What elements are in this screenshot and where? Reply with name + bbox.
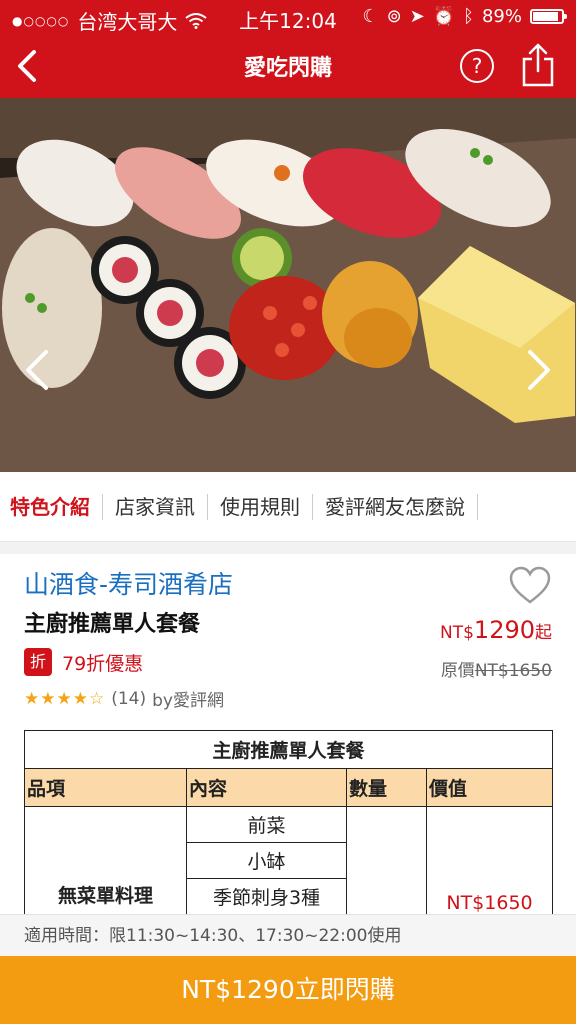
star-rating-icon: ★★★★☆	[24, 688, 106, 709]
battery-icon	[530, 9, 567, 24]
table-row-item: 前菜	[186, 806, 347, 843]
table-title: 主廚推薦單人套餐	[24, 730, 553, 769]
sushi-photo	[0, 98, 576, 472]
table-quantity-cell	[346, 806, 427, 915]
review-source: by愛評網	[152, 691, 224, 711]
table-header-item: 品項	[24, 768, 187, 807]
favorite-button[interactable]	[508, 566, 552, 606]
location-icon: ➤	[409, 6, 425, 27]
food-photo-carousel[interactable]	[0, 98, 576, 472]
discount-badge: 折	[24, 648, 52, 676]
moon-icon: ☾	[362, 6, 379, 27]
share-button[interactable]	[518, 41, 558, 89]
section-tabs: 特色介紹 店家資訊 使用規則 愛評網友怎麼說	[0, 472, 576, 542]
table-header-content: 內容	[186, 768, 347, 807]
usage-time-notice: 適用時間：限11:30~14:30、17:30~22:00使用	[0, 914, 576, 956]
alarm-icon: ⏰	[432, 6, 456, 27]
status-bar: ●○○○○ 台湾大哥大 上午12:04 ☾ ⊚ ➤ ⏰ ᛒ 89%	[0, 0, 576, 34]
carousel-prev-arrow[interactable]	[22, 348, 52, 392]
discount-row: 折 79折優惠	[24, 648, 143, 676]
price-value: 1290	[473, 616, 535, 644]
price-currency: NT$	[440, 623, 474, 643]
table-value-cell: NT$1650	[426, 806, 553, 915]
carousel-next-arrow[interactable]	[524, 348, 554, 392]
tab-reviews[interactable]: 愛評網友怎麼說	[313, 493, 478, 520]
discount-text: 79折優惠	[62, 652, 144, 675]
original-price-value: NT$1650	[474, 661, 552, 681]
status-right: ☾ ⊚ ➤ ⏰ ᛒ 89%	[362, 6, 567, 27]
table-category: 無菜單料理	[24, 806, 187, 915]
battery-percent: 89%	[481, 6, 522, 27]
table-row-item: 小缽	[186, 842, 347, 879]
tab-features[interactable]: 特色介紹	[10, 493, 103, 520]
rotation-lock-icon: ⊚	[386, 6, 402, 27]
table-header-quantity: 數量	[346, 768, 427, 807]
store-name-link[interactable]: 山酒食-寿司酒肴店	[24, 565, 233, 601]
bluetooth-icon: ᛒ	[463, 6, 474, 27]
set-name: 主廚推薦單人套餐	[24, 612, 201, 637]
review-count[interactable]: (14)	[111, 689, 146, 709]
table-header-value: 價值	[426, 768, 553, 807]
rating-row: ★★★★☆ (14) by愛評網	[24, 686, 224, 712]
deal-price: NT$ 1290 起	[440, 616, 552, 644]
original-price: 原價NT$1650	[441, 656, 552, 681]
original-price-label: 原價	[440, 661, 475, 681]
help-button[interactable]: ?	[460, 49, 494, 83]
tab-usage-rules[interactable]: 使用規則	[208, 493, 313, 520]
tab-store-info[interactable]: 店家資訊	[103, 493, 208, 520]
table-row-item: 季節刺身3種	[186, 878, 347, 915]
buy-now-button[interactable]: NT$1290立即閃購	[0, 956, 576, 1024]
menu-table: 主廚推薦單人套餐 品項 內容 數量 價值 無菜單料理 前菜 NT$1650 小缽…	[24, 730, 553, 915]
share-icon	[522, 43, 554, 87]
heart-icon	[509, 566, 551, 604]
nav-bar: 愛吃閃購 ?	[0, 34, 576, 98]
section-divider	[0, 542, 576, 554]
price-suffix: 起	[535, 623, 552, 643]
